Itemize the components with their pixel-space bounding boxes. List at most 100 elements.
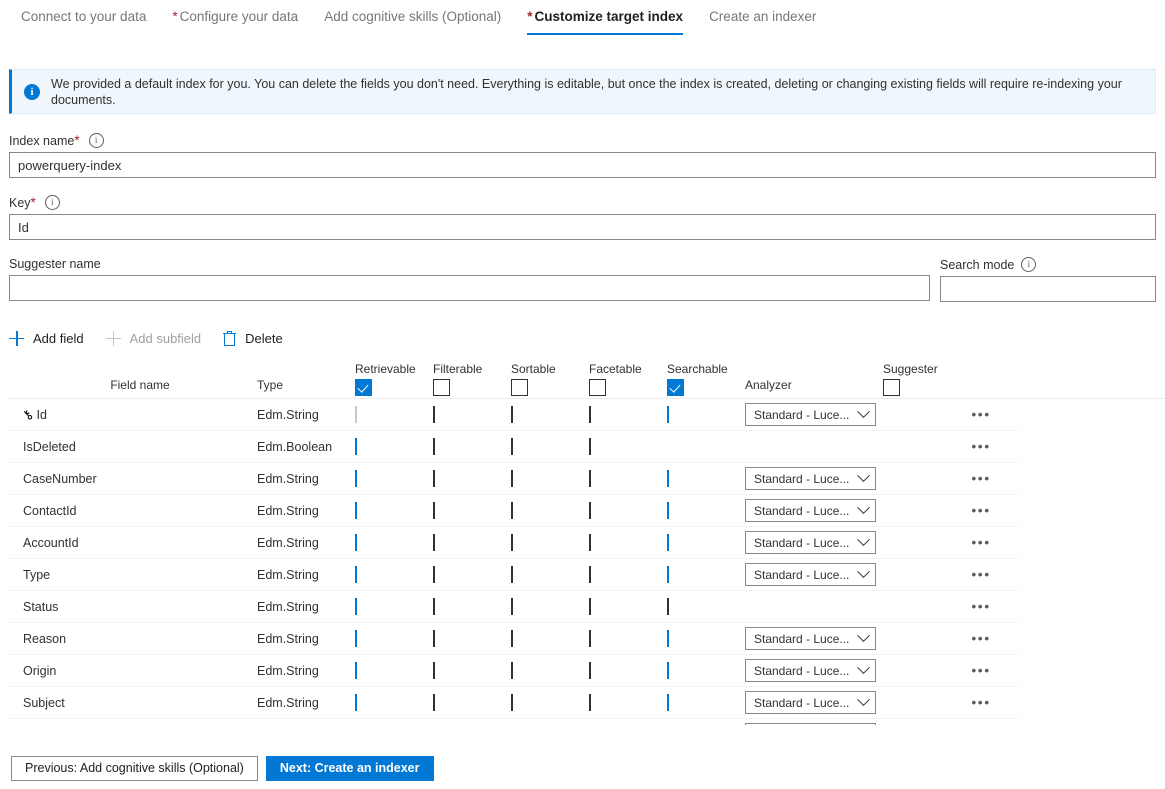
select-all-retrievable-checkbox[interactable] bbox=[355, 379, 372, 396]
searchable-checkbox[interactable] bbox=[667, 662, 669, 679]
sortable-checkbox[interactable] bbox=[511, 630, 513, 647]
facetable-checkbox[interactable] bbox=[589, 598, 591, 615]
more-options-icon[interactable]: ••• bbox=[971, 566, 990, 582]
search-mode-input[interactable] bbox=[940, 276, 1156, 302]
field-type-cell[interactable]: Edm.String bbox=[257, 664, 355, 678]
sortable-checkbox[interactable] bbox=[511, 438, 513, 455]
select-all-facetable-checkbox[interactable] bbox=[589, 379, 606, 396]
searchable-checkbox[interactable] bbox=[667, 694, 669, 711]
key-info-icon[interactable]: i bbox=[44, 195, 60, 210]
table-row[interactable]: CaseNumber Edm.String Standard - Luce... ••… bbox=[9, 463, 1019, 495]
more-options-icon[interactable]: ••• bbox=[971, 502, 990, 518]
wizard-tab-4[interactable]: Create an indexer bbox=[696, 0, 829, 36]
more-options-icon[interactable]: ••• bbox=[971, 630, 990, 646]
retrievable-checkbox[interactable] bbox=[355, 630, 357, 647]
sortable-checkbox[interactable] bbox=[511, 566, 513, 583]
analyzer-select[interactable]: Standard - Luce... bbox=[745, 531, 876, 554]
sortable-checkbox[interactable] bbox=[511, 406, 513, 423]
select-all-sortable-checkbox[interactable] bbox=[511, 379, 528, 396]
table-row[interactable]: Type Edm.String Standard - Luce... ••• bbox=[9, 559, 1019, 591]
field-type-cell[interactable]: Edm.String bbox=[257, 536, 355, 550]
retrievable-checkbox[interactable] bbox=[355, 534, 357, 551]
more-options-icon[interactable]: ••• bbox=[971, 598, 990, 614]
table-row[interactable]: ContactId Edm.String Standard - Luce... ••• bbox=[9, 495, 1019, 527]
filterable-checkbox[interactable] bbox=[433, 566, 435, 583]
sortable-checkbox[interactable] bbox=[511, 694, 513, 711]
field-type-cell[interactable]: Edm.String bbox=[257, 568, 355, 582]
field-type-cell[interactable]: Edm.String bbox=[257, 696, 355, 710]
previous-button[interactable]: Previous: Add cognitive skills (Optional… bbox=[11, 755, 258, 781]
filterable-checkbox[interactable] bbox=[433, 470, 435, 487]
filterable-checkbox[interactable] bbox=[433, 694, 435, 711]
table-row[interactable]: Reason Edm.String Standard - Luce... ••• bbox=[9, 623, 1019, 655]
sortable-checkbox[interactable] bbox=[511, 534, 513, 551]
facetable-checkbox[interactable] bbox=[589, 566, 591, 583]
filterable-checkbox[interactable] bbox=[433, 598, 435, 615]
more-options-icon[interactable]: ••• bbox=[971, 662, 990, 678]
retrievable-checkbox[interactable] bbox=[355, 566, 357, 583]
facetable-checkbox[interactable] bbox=[589, 662, 591, 679]
field-type-cell[interactable]: Edm.Boolean bbox=[257, 440, 355, 454]
searchable-checkbox[interactable] bbox=[667, 598, 669, 615]
more-options-icon[interactable]: ••• bbox=[971, 438, 990, 454]
table-row[interactable]: IsDeleted Edm.Boolean ••• bbox=[9, 431, 1019, 463]
delete-button[interactable]: Delete bbox=[223, 330, 283, 346]
select-all-searchable-checkbox[interactable] bbox=[667, 379, 684, 396]
index-name-info-icon[interactable]: i bbox=[88, 133, 104, 148]
field-type-cell[interactable]: Edm.String bbox=[257, 632, 355, 646]
more-options-icon[interactable]: ••• bbox=[971, 694, 990, 710]
table-row[interactable]: PriorityEdm.StringStandard - Luce...••• bbox=[9, 719, 1019, 725]
field-type-cell[interactable]: Edm.String bbox=[257, 472, 355, 486]
wizard-tab-1[interactable]: * Configure your data bbox=[159, 0, 311, 36]
retrievable-checkbox[interactable] bbox=[355, 694, 357, 711]
retrievable-checkbox[interactable] bbox=[355, 438, 357, 455]
analyzer-select[interactable]: Standard - Luce... bbox=[745, 659, 876, 682]
next-button[interactable]: Next: Create an indexer bbox=[265, 755, 434, 781]
searchable-checkbox[interactable] bbox=[667, 534, 669, 551]
facetable-checkbox[interactable] bbox=[589, 470, 591, 487]
sortable-checkbox[interactable] bbox=[511, 598, 513, 615]
wizard-tab-3[interactable]: * Customize target index bbox=[514, 0, 696, 36]
search-mode-info-icon[interactable]: i bbox=[1021, 257, 1037, 272]
filterable-checkbox[interactable] bbox=[433, 534, 435, 551]
add-field-button[interactable]: Add field bbox=[9, 330, 84, 346]
analyzer-select[interactable]: Standard - Luce... bbox=[745, 467, 876, 490]
sortable-checkbox[interactable] bbox=[511, 502, 513, 519]
analyzer-select[interactable]: Standard - Luce... bbox=[745, 627, 876, 650]
filterable-checkbox[interactable] bbox=[433, 406, 435, 423]
table-row[interactable]: Origin Edm.String Standard - Luce... ••• bbox=[9, 655, 1019, 687]
select-all-suggester-checkbox[interactable] bbox=[883, 379, 900, 396]
more-options-icon[interactable]: ••• bbox=[971, 406, 990, 422]
facetable-checkbox[interactable] bbox=[589, 694, 591, 711]
table-row[interactable]: AccountId Edm.String Standard - Luce... ••• bbox=[9, 527, 1019, 559]
field-type-cell[interactable]: Edm.String bbox=[257, 504, 355, 518]
facetable-checkbox[interactable] bbox=[589, 630, 591, 647]
table-row[interactable]: Status Edm.String ••• bbox=[9, 591, 1019, 623]
retrievable-checkbox[interactable] bbox=[355, 470, 357, 487]
wizard-tab-0[interactable]: Connect to your data bbox=[8, 0, 159, 36]
more-options-icon[interactable]: ••• bbox=[971, 534, 990, 550]
filterable-checkbox[interactable] bbox=[433, 630, 435, 647]
analyzer-select[interactable]: Standard - Luce... bbox=[745, 691, 876, 714]
retrievable-checkbox[interactable] bbox=[355, 662, 357, 679]
table-row[interactable]: Subject Edm.String Standard - Luce... ••• bbox=[9, 687, 1019, 719]
table-row[interactable]: ⚷ Id Edm.String Standard - Luce... ••• bbox=[9, 399, 1019, 431]
wizard-tab-2[interactable]: Add cognitive skills (Optional) bbox=[311, 0, 514, 36]
suggester-name-input[interactable] bbox=[9, 275, 930, 301]
searchable-checkbox[interactable] bbox=[667, 630, 669, 647]
key-input[interactable] bbox=[9, 214, 1156, 240]
sortable-checkbox[interactable] bbox=[511, 662, 513, 679]
searchable-checkbox[interactable] bbox=[667, 406, 669, 423]
analyzer-select[interactable]: Standard - Luce... bbox=[745, 403, 876, 426]
facetable-checkbox[interactable] bbox=[589, 502, 591, 519]
facetable-checkbox[interactable] bbox=[589, 406, 591, 423]
analyzer-select[interactable]: Standard - Luce... bbox=[745, 499, 876, 522]
index-name-input[interactable] bbox=[9, 152, 1156, 178]
filterable-checkbox[interactable] bbox=[433, 438, 435, 455]
searchable-checkbox[interactable] bbox=[667, 470, 669, 487]
searchable-checkbox[interactable] bbox=[667, 566, 669, 583]
retrievable-checkbox[interactable] bbox=[355, 502, 357, 519]
facetable-checkbox[interactable] bbox=[589, 534, 591, 551]
retrievable-checkbox[interactable] bbox=[355, 598, 357, 615]
analyzer-select[interactable]: Standard - Luce... bbox=[745, 563, 876, 586]
